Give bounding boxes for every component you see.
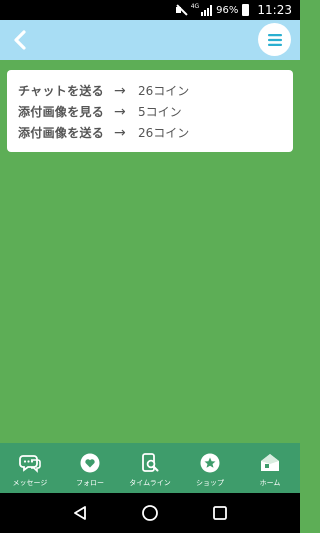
cost-row-value: 26コイン — [138, 84, 190, 98]
nav-label: メッセージ — [12, 479, 48, 487]
cost-row-label: 添付画像を見る — [18, 105, 105, 119]
battery-percent: 96% — [216, 4, 239, 16]
nav-label: タイムライン — [129, 479, 171, 487]
nav-item-shop[interactable]: ショップ — [180, 443, 240, 493]
system-recents-button[interactable] — [208, 501, 232, 525]
arrow-icon: → — [114, 124, 126, 141]
arrow-icon: → — [114, 82, 126, 99]
mute-icon — [175, 4, 187, 16]
cost-row: 添付画像を見る → 5コイン — [18, 101, 293, 122]
nav-label: ホーム — [259, 479, 281, 487]
system-home-button[interactable] — [138, 501, 162, 525]
network-type: 4G — [190, 3, 200, 10]
nav-label: ショップ — [196, 479, 224, 487]
menu-icon — [267, 33, 282, 46]
system-back-button[interactable] — [68, 501, 92, 525]
heart-icon — [80, 453, 100, 473]
menu-button[interactable] — [258, 23, 291, 56]
back-triangle-icon — [74, 506, 86, 520]
nav-item-message[interactable]: メッセージ — [0, 443, 60, 493]
nav-item-home[interactable]: ホーム — [240, 443, 300, 493]
cost-row: 添付画像を送る → 26コイン — [18, 122, 293, 143]
cost-row-value: 26コイン — [138, 126, 190, 140]
signal-icon — [201, 4, 213, 16]
arrow-icon: → — [114, 103, 126, 120]
recents-square-icon — [213, 506, 227, 520]
chat-icon — [19, 455, 41, 473]
cost-row-value: 5コイン — [138, 105, 182, 119]
clock: 11:23 — [257, 3, 292, 17]
timeline-search-icon — [142, 453, 159, 472]
status-bar: 4G 96% 11:23 — [0, 0, 300, 20]
nav-label: フォロー — [76, 479, 104, 487]
nav-item-timeline[interactable]: タイムライン — [120, 443, 180, 493]
bottom-nav: メッセージ フォロー タイムライン ショップ ホーム — [0, 443, 300, 493]
nav-item-follow[interactable]: フォロー — [60, 443, 120, 493]
system-nav-bar — [0, 493, 300, 533]
status-icons: 4G 96% 11:23 — [175, 3, 292, 17]
back-button[interactable] — [6, 26, 34, 54]
chevron-left-icon — [14, 30, 26, 50]
home-circle-icon — [142, 505, 158, 521]
cost-row-label: チャットを送る — [18, 84, 104, 98]
battery-icon — [242, 4, 250, 16]
app-bar — [0, 20, 300, 60]
coin-cost-card: チャットを送る → 26コイン 添付画像を見る → 5コイン 添付画像を送る →… — [7, 70, 293, 152]
home-icon — [261, 454, 279, 471]
star-icon — [200, 453, 220, 473]
cost-row: チャットを送る → 26コイン — [18, 80, 293, 101]
cost-row-label: 添付画像を送る — [18, 126, 105, 140]
